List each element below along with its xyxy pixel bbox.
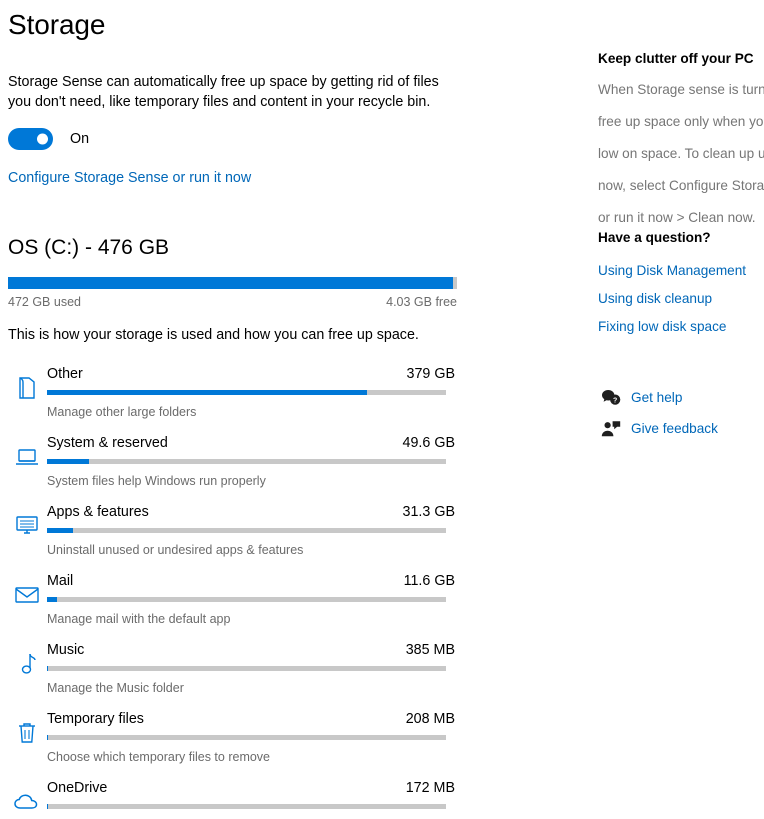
question-heading: Have a question? [598, 230, 711, 245]
category-usage-fill [47, 528, 74, 533]
storage-category-row[interactable]: Temporary files 208 MB Choose which tempor… [8, 708, 463, 777]
category-usage-bar [47, 390, 446, 395]
category-header: Apps & features 31.3 GB [47, 501, 463, 523]
category-header: Other 379 GB [47, 363, 463, 385]
sidebar-clutter-block: Keep clutter off your PC When Storage se… [598, 49, 764, 228]
category-usage-bar [47, 528, 446, 533]
category-subtitle: Manage mail with the default app [47, 612, 231, 626]
category-body: Temporary files 208 MB Choose which tempor… [47, 708, 463, 766]
storage-category-row[interactable]: Apps & features 31.3 GB Uninstall unused o… [8, 501, 463, 570]
storage-sense-toggle-row: On [8, 128, 470, 150]
category-body: OneDrive172 MBRemove unused cloud-backed… [47, 777, 463, 819]
clutter-paragraph-line: When Storage sense is turned on, Windows… [598, 82, 764, 97]
category-name: Music [47, 642, 85, 658]
feedback-person-icon [598, 420, 624, 438]
drive-used-label: 472 GB used [8, 295, 81, 309]
category-usage-bar [47, 597, 446, 602]
drive-free-label: 4.03 GB free [386, 295, 457, 309]
music-note-icon [12, 649, 42, 679]
storage-category-list: Other 379 GB Manage other large folders Sys… [8, 363, 463, 819]
clutter-paragraph: When Storage sense is turned on, Windows… [598, 80, 764, 228]
drive-capacity-bar [8, 277, 457, 289]
category-body: Mail 11.6 GB Manage mail with the default … [47, 570, 463, 628]
category-body: Other 379 GB Manage other large folders [47, 363, 463, 421]
storage-category-row[interactable]: Other 379 GB Manage other large folders [8, 363, 463, 432]
help-bubble-icon: ? [598, 389, 624, 407]
sidebar-help-link[interactable]: Fixing low disk space [598, 317, 746, 337]
question-links: Using Disk Management Using disk cleanup F… [598, 261, 746, 337]
category-subtitle: Manage other large folders [47, 405, 197, 419]
category-subtitle: Choose which temporary files to remove [47, 750, 271, 764]
cloud-icon [12, 787, 42, 817]
sidebar-action-label: Get help [631, 389, 683, 405]
sidebar-action-row[interactable]: ? Get help [598, 382, 718, 413]
category-usage-bar [47, 735, 446, 740]
category-usage-bar [47, 459, 446, 464]
sidebar-help-link[interactable]: Using Disk Management [598, 261, 746, 281]
storage-usage-hint: This is how your storage is used and how… [8, 327, 419, 343]
drive-title: OS (C:) - 476 GB [8, 236, 170, 259]
clutter-paragraph-line: or run it now > Clean now. [598, 210, 756, 225]
page-title: Storage [8, 9, 106, 40]
category-size: 208 MB [405, 711, 455, 727]
sidebar-action-label: Give feedback [631, 420, 718, 436]
monitor-icon [12, 511, 42, 541]
drive-capacity-used-fill [8, 277, 454, 289]
storage-category-row[interactable]: System & reserved 49.6 GB System files hel… [8, 432, 463, 501]
sidebar-help-link[interactable]: Using disk cleanup [598, 289, 746, 309]
clutter-paragraph-line: free up space only when you're [598, 114, 764, 129]
storage-category-row[interactable]: OneDrive172 MBRemove unused cloud-backed… [8, 777, 463, 819]
category-header: OneDrive 172 MB [47, 777, 463, 799]
category-header: System & reserved 49.6 GB [47, 432, 463, 454]
clutter-paragraph-line: now, select Configure Stora [598, 178, 764, 193]
storage-category-row[interactable]: Music 385 MB Manage the Music folder [8, 639, 463, 708]
toggle-knob [37, 133, 48, 145]
category-size: 31.3 GB [402, 504, 455, 520]
storage-settings-page: Storage Storage Sense can automatically … [0, 0, 764, 819]
category-header: Music 385 MB [47, 639, 463, 661]
category-size: 11.6 GB [403, 573, 455, 589]
category-usage-fill [47, 459, 89, 464]
category-size: 172 MB [405, 780, 455, 796]
sidebar-question-block: Have a question? Using Disk Management Us… [598, 228, 746, 337]
storage-category-row[interactable]: Mail 11.6 GB Manage mail with the default … [8, 570, 463, 639]
storage-sense-description: Storage Sense can automatically free up … [8, 74, 439, 110]
clutter-heading: Keep clutter off your PC [598, 51, 754, 66]
category-name: Other [47, 366, 83, 382]
category-usage-fill [47, 597, 57, 602]
category-body: Music 385 MB Manage the Music folder [47, 639, 463, 697]
category-usage-bar [47, 804, 446, 809]
category-body: System & reserved 49.6 GB System files hel… [47, 432, 463, 490]
category-name: System & reserved [47, 435, 168, 451]
category-name: Temporary files [47, 711, 144, 727]
category-name: OneDrive [47, 780, 108, 796]
category-size: 385 MB [405, 642, 455, 658]
category-subtitle: Uninstall unused or undesired apps & fea… [47, 543, 304, 557]
folder-icon [12, 373, 42, 403]
trash-icon [12, 718, 42, 748]
sidebar-actions-block: ? Get help Give feedback [598, 382, 718, 444]
storage-sense-toggle[interactable] [8, 128, 53, 150]
storage-sense-toggle-label: On [70, 131, 90, 147]
drive-capacity-legend: 472 GB used 4.03 GB free [8, 293, 457, 311]
clutter-paragraph-line: low on space. To clean up u [598, 146, 764, 161]
svg-text:?: ? [613, 397, 617, 404]
category-subtitle: Manage the Music folder [47, 681, 184, 695]
main-content: Storage Storage Sense can automatically … [0, 0, 470, 819]
category-usage-fill [47, 390, 367, 395]
category-size: 379 GB [406, 366, 455, 382]
category-subtitle: System files help Windows run properly [47, 474, 266, 488]
category-header: Mail 11.6 GB [47, 570, 463, 592]
category-header: Temporary files 208 MB [47, 708, 463, 730]
category-name: Mail [47, 573, 74, 589]
category-usage-bar [47, 666, 446, 671]
mail-icon [12, 580, 42, 610]
configure-storage-sense-link[interactable]: Configure Storage Sense or run it now [8, 168, 251, 188]
category-size: 49.6 GB [402, 435, 455, 451]
sidebar-action-row[interactable]: Give feedback [598, 413, 718, 444]
laptop-icon [12, 442, 42, 472]
category-body: Apps & features 31.3 GB Uninstall unused o… [47, 501, 463, 559]
category-name: Apps & features [47, 504, 149, 520]
